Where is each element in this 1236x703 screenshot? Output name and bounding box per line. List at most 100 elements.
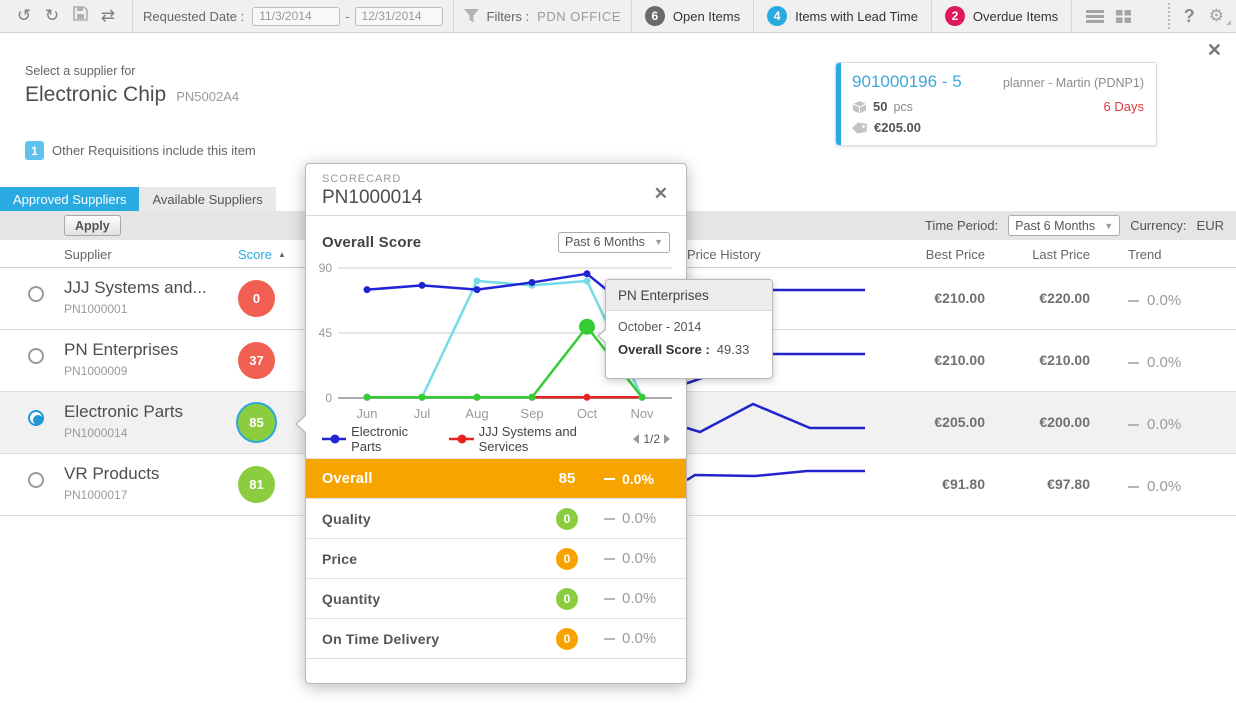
tab-available-suppliers[interactable]: Available Suppliers xyxy=(139,187,275,211)
svg-text:Oct: Oct xyxy=(577,406,598,421)
legend-next-icon[interactable] xyxy=(664,434,670,444)
price-history-sparkline xyxy=(685,396,900,450)
list-view-icon[interactable] xyxy=(1086,10,1104,23)
legend-item-jjj-systems: JJJ Systems and Services xyxy=(449,424,619,454)
scorecard-footer xyxy=(306,658,686,676)
time-period-value: Past 6 Months xyxy=(1015,219,1095,233)
score-badge-selected[interactable]: 85 xyxy=(238,404,275,441)
metric-row-quality: Quality 0 0.0% xyxy=(306,498,686,538)
column-last-price: Last Price xyxy=(995,247,1090,262)
trend-value: 0.0% xyxy=(1147,292,1181,309)
overdue-items-count: 2 xyxy=(945,6,965,26)
quantity-unit: pcs xyxy=(893,100,912,114)
trend-dash-icon xyxy=(604,638,615,640)
column-score-sort[interactable]: Score ▲ xyxy=(238,247,286,262)
trend-dash-icon xyxy=(1128,424,1139,426)
currency-label: Currency: xyxy=(1130,218,1186,233)
requisition-card[interactable]: 901000196 - 5 planner - Martin (PDNP1) 5… xyxy=(835,62,1157,146)
date-to-input[interactable] xyxy=(355,7,443,26)
page-subtitle: Select a supplier for xyxy=(25,64,135,78)
supplier-pn: PN1000001 xyxy=(64,302,207,316)
metric-score-badge: 0 xyxy=(556,508,578,530)
column-best-price: Best Price xyxy=(880,247,985,262)
open-items-badge[interactable]: 6 Open Items xyxy=(632,0,753,33)
sort-asc-icon: ▲ xyxy=(278,250,286,259)
time-period-select[interactable]: Past 6 Months ▼ xyxy=(1008,215,1120,236)
metric-trend-value: 0.0% xyxy=(622,510,656,527)
settings-gear-icon[interactable]: ⚙ xyxy=(1209,6,1224,26)
score-badge[interactable]: 81 xyxy=(238,466,275,503)
metric-label: Overall xyxy=(322,471,556,487)
transfer-icon[interactable]: ⇄ xyxy=(94,6,122,26)
metric-row-price: Price 0 0.0% xyxy=(306,538,686,578)
metric-trend-value: 0.0% xyxy=(622,550,656,567)
redo-icon[interactable]: ↻ xyxy=(38,6,66,26)
svg-text:90: 90 xyxy=(319,261,333,275)
scorecard-popup: SCORECARD PN1000014 ✕ Overall Score Past… xyxy=(305,163,687,684)
time-period-label: Time Period: xyxy=(925,218,998,233)
chart-legend: Electronic Parts JJJ Systems and Service… xyxy=(322,426,670,452)
lead-time-items-badge[interactable]: 4 Items with Lead Time xyxy=(754,0,931,33)
metric-trend-value: 0.0% xyxy=(622,630,656,647)
price-value: €205.00 xyxy=(874,120,921,135)
help-icon[interactable]: ? xyxy=(1184,6,1195,27)
scorecard-period-select[interactable]: Past 6 Months ▼ xyxy=(558,232,670,253)
score-badge[interactable]: 37 xyxy=(238,342,275,379)
overall-score-heading: Overall Score xyxy=(322,234,421,251)
lead-time-value: 6 Days xyxy=(1104,99,1144,114)
legend-prev-icon[interactable] xyxy=(633,434,639,444)
metric-trend-value: 0.0% xyxy=(622,590,656,607)
save-icon[interactable] xyxy=(66,6,94,26)
requisition-note-label: Other Requisitions include this item xyxy=(52,143,256,158)
svg-text:Nov: Nov xyxy=(630,406,654,421)
grid-view-icon[interactable] xyxy=(1116,10,1131,23)
svg-text:45: 45 xyxy=(319,326,333,340)
svg-text:Aug: Aug xyxy=(465,406,488,421)
overdue-items-label: Overdue Items xyxy=(973,9,1058,24)
supplier-selection-screen: ↺ ↻ ⇄ Requested Date : - Filters : PDN O… xyxy=(0,0,1236,703)
date-range-separator: - xyxy=(345,9,349,24)
svg-text:0: 0 xyxy=(325,391,332,405)
metric-row-on-time-delivery: On Time Delivery 0 0.0% xyxy=(306,618,686,658)
best-price-value: €210.00 xyxy=(880,290,985,306)
metric-score-badge: 0 xyxy=(556,588,578,610)
trend-value: 0.0% xyxy=(1147,354,1181,371)
metric-row-quantity: Quantity 0 0.0% xyxy=(306,578,686,618)
supplier-radio[interactable] xyxy=(28,348,44,364)
trend-dash-icon xyxy=(604,598,615,600)
tooltip-date: October - 2014 xyxy=(618,320,760,334)
requisition-note[interactable]: 1 Other Requisitions include this item xyxy=(25,141,256,160)
tooltip-score-value: 49.33 xyxy=(717,342,750,357)
filters-label: Filters : xyxy=(487,9,530,24)
trend-dash-icon xyxy=(604,478,615,480)
top-toolbar: ↺ ↻ ⇄ Requested Date : - Filters : PDN O… xyxy=(0,0,1236,33)
metric-label: Price xyxy=(322,551,556,567)
score-badge[interactable]: 0 xyxy=(238,280,275,317)
order-number-link[interactable]: 901000196 - 5 xyxy=(852,72,962,92)
metric-value: 85 xyxy=(556,470,578,487)
date-from-input[interactable] xyxy=(252,7,340,26)
requisition-count-badge: 1 xyxy=(25,141,44,160)
filters-value[interactable]: PDN OFFICE xyxy=(537,9,621,24)
tab-approved-suppliers[interactable]: Approved Suppliers xyxy=(0,187,139,211)
supplier-radio[interactable] xyxy=(28,286,44,302)
supplier-name: JJJ Systems and... xyxy=(64,278,207,298)
svg-text:Jun: Jun xyxy=(357,406,378,421)
supplier-radio-selected[interactable] xyxy=(28,410,44,426)
page-close-icon[interactable]: ✕ xyxy=(1207,40,1222,61)
supplier-pn: PN1000014 xyxy=(64,426,183,440)
package-icon xyxy=(852,100,867,114)
supplier-radio[interactable] xyxy=(28,472,44,488)
overdue-items-badge[interactable]: 2 Overdue Items xyxy=(932,0,1071,33)
undo-icon[interactable]: ↺ xyxy=(10,6,38,26)
apply-button[interactable]: Apply xyxy=(64,215,121,236)
supplier-name: PN Enterprises xyxy=(64,340,178,360)
chevron-down-icon: ▼ xyxy=(1104,221,1113,231)
last-price-value: €200.00 xyxy=(995,414,1090,430)
metric-label: On Time Delivery xyxy=(322,631,556,647)
scorecard-close-icon[interactable]: ✕ xyxy=(654,184,668,204)
last-price-value: €220.00 xyxy=(995,290,1090,306)
trend-value: 0.0% xyxy=(1147,416,1181,433)
quantity-value: 50 xyxy=(873,99,887,114)
trend-dash-icon xyxy=(1128,486,1139,488)
